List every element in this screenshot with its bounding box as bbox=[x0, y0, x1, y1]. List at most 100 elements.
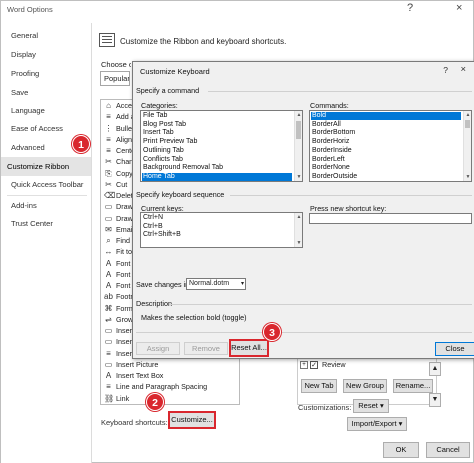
new-shortcut-input[interactable] bbox=[309, 213, 472, 224]
command-icon: A bbox=[105, 281, 112, 290]
callout-2: 2 bbox=[146, 393, 164, 411]
choose-commands-select[interactable]: Popular bbox=[100, 71, 130, 86]
chevron-down-icon[interactable]: ▾ bbox=[241, 279, 244, 289]
nav-item-proofing[interactable]: Proofing bbox=[1, 66, 91, 82]
scrollbar[interactable]: ▲ ▼ bbox=[294, 213, 302, 247]
command-icon: ≡ bbox=[106, 134, 111, 144]
scroll-down-icon[interactable]: ▼ bbox=[295, 173, 302, 181]
list-item[interactable]: BorderBottom bbox=[311, 129, 461, 137]
list-item[interactable]: BorderAll bbox=[311, 121, 461, 129]
help-icon[interactable]: ? bbox=[407, 2, 413, 14]
close-button[interactable]: Close bbox=[435, 342, 474, 356]
command-label: Font bbox=[116, 258, 131, 268]
list-item[interactable]: Print Preview Tab bbox=[142, 138, 292, 146]
list-item[interactable]: Ctrl+B bbox=[142, 223, 292, 231]
keyboard-shortcuts-label: Keyboard shortcuts: bbox=[101, 418, 168, 427]
scrollbar[interactable]: ▲ ▼ bbox=[294, 111, 302, 181]
list-item[interactable]: BorderInside bbox=[311, 147, 461, 155]
list-item[interactable]: ▭ Insert Picture bbox=[101, 359, 239, 370]
command-icon: ▭ bbox=[104, 326, 113, 335]
list-item[interactable]: Background Removal Tab bbox=[142, 164, 292, 172]
list-item[interactable]: Blog Post Tab bbox=[142, 121, 292, 129]
list-item[interactable]: Bold bbox=[311, 112, 461, 120]
rename-button[interactable]: Rename... bbox=[393, 379, 433, 393]
callout-1: 1 bbox=[72, 135, 90, 153]
save-changes-label: Save changes in: bbox=[136, 280, 192, 289]
move-down-icon[interactable]: ▼ bbox=[429, 393, 441, 407]
close-icon[interactable]: × bbox=[456, 2, 462, 14]
page-title: Customize the Ribbon and keyboard shortc… bbox=[120, 37, 287, 46]
dialog-title: Customize Keyboard bbox=[140, 67, 210, 76]
scroll-up-icon[interactable]: ▲ bbox=[429, 362, 441, 376]
list-item[interactable]: Ctrl+Shift+B bbox=[142, 231, 292, 239]
command-label: Delet bbox=[116, 191, 133, 200]
list-item[interactable]: Home Tab bbox=[142, 172, 292, 181]
list-item[interactable]: Insert Tab bbox=[142, 129, 292, 137]
choose-commands-label: Choose c bbox=[101, 60, 131, 69]
nav-item-language[interactable]: Language bbox=[1, 103, 91, 119]
list-item[interactable]: Conflicts Tab bbox=[142, 156, 292, 164]
command-icon: ≡ bbox=[106, 382, 111, 392]
expand-icon[interactable]: + bbox=[300, 361, 308, 369]
list-item[interactable]: BorderLeft bbox=[311, 156, 461, 164]
command-icon: ⌂ bbox=[106, 101, 111, 110]
specify-sequence-heading: Specify keyboard sequence bbox=[136, 190, 225, 199]
command-icon: ≡ bbox=[106, 146, 111, 155]
list-item[interactable]: BorderNone bbox=[311, 164, 461, 172]
nav-item-customize-ribbon[interactable]: Customize Ribbon bbox=[1, 157, 91, 176]
reset-dropdown-button[interactable]: Reset ▾ bbox=[353, 399, 389, 413]
cancel-button[interactable]: Cancel bbox=[426, 442, 470, 458]
list-item[interactable]: Outlining Tab bbox=[142, 147, 292, 155]
scroll-up-icon[interactable]: ▲ bbox=[295, 111, 302, 119]
divider bbox=[230, 195, 472, 196]
scroll-up-icon[interactable]: ▲ bbox=[295, 213, 302, 221]
scrollbar[interactable]: ▲ ▼ bbox=[463, 111, 471, 181]
nav-item-save[interactable]: Save bbox=[1, 85, 91, 101]
list-item[interactable]: A Insert Text Box bbox=[101, 370, 239, 381]
dialog-commands-list[interactable]: ▲ ▼ Bold BorderAll BorderBottom BorderHoriz… bbox=[309, 110, 472, 182]
import-export-button[interactable]: Import/Export ▾ bbox=[347, 417, 407, 431]
scroll-up-icon[interactable]: ▲ bbox=[464, 111, 471, 119]
scroll-down-icon[interactable]: ▼ bbox=[295, 239, 302, 247]
command-label: Line and Paragraph Spacing bbox=[116, 382, 208, 392]
list-item[interactable]: Ctrl+N bbox=[142, 214, 292, 222]
help-icon[interactable]: ? bbox=[443, 65, 448, 75]
new-tab-button[interactable]: New Tab bbox=[301, 379, 337, 393]
command-icon: ▭ bbox=[104, 213, 113, 223]
nav-divider bbox=[7, 195, 87, 196]
ok-button[interactable]: OK bbox=[383, 442, 419, 458]
assign-button[interactable]: Assign bbox=[136, 342, 180, 355]
nav-item-general[interactable]: General bbox=[1, 28, 91, 44]
scroll-thumb[interactable] bbox=[296, 121, 301, 139]
remove-button[interactable]: Remove bbox=[184, 342, 228, 355]
list-item[interactable]: BorderOutside bbox=[311, 173, 461, 181]
list-item[interactable]: BorderHoriz bbox=[311, 138, 461, 146]
checkbox-checked-icon[interactable]: ✓ bbox=[310, 361, 318, 369]
list-item[interactable]: File Tab bbox=[142, 112, 292, 120]
categories-list[interactable]: ▲ ▼ File Tab Blog Post Tab Insert Tab Print… bbox=[140, 110, 303, 182]
nav-item-trust-center[interactable]: Trust Center bbox=[1, 216, 91, 232]
customize-button[interactable]: Customize... bbox=[168, 411, 216, 429]
current-keys-list[interactable]: ▲ ▼ Ctrl+N Ctrl+B Ctrl+Shift+B bbox=[140, 212, 303, 248]
scroll-down-icon[interactable]: ▼ bbox=[464, 173, 471, 181]
command-icon: ≡ bbox=[106, 348, 111, 358]
close-icon[interactable]: × bbox=[460, 64, 466, 75]
reset-all-button[interactable]: Reset All... bbox=[229, 339, 269, 357]
list-item[interactable]: ⛓ Link bbox=[101, 393, 239, 404]
command-label: Find bbox=[116, 236, 130, 245]
command-label: Draw bbox=[116, 213, 133, 223]
options-nav: General Display Proofing Save Language E… bbox=[1, 23, 92, 463]
list-item[interactable]: ≡ Line and Paragraph Spacing bbox=[101, 381, 239, 392]
commands-label: Commands: bbox=[310, 101, 349, 110]
nav-item-add-ins[interactable]: Add-ins bbox=[1, 198, 91, 214]
new-group-button[interactable]: New Group bbox=[343, 379, 387, 393]
command-icon: ⌕ bbox=[106, 236, 111, 245]
nav-item-quick-access-toolbar[interactable]: Quick Access Toolbar bbox=[1, 177, 91, 193]
nav-item-display[interactable]: Display bbox=[1, 47, 91, 63]
save-changes-select[interactable]: Normal.dotm ▾ bbox=[186, 278, 246, 290]
scroll-thumb[interactable] bbox=[465, 120, 470, 128]
command-icon: ⌘ bbox=[104, 303, 113, 313]
window-title: Word Options bbox=[7, 5, 53, 14]
callout-3: 3 bbox=[263, 323, 281, 341]
save-changes-value: Normal.dotm bbox=[189, 280, 230, 287]
